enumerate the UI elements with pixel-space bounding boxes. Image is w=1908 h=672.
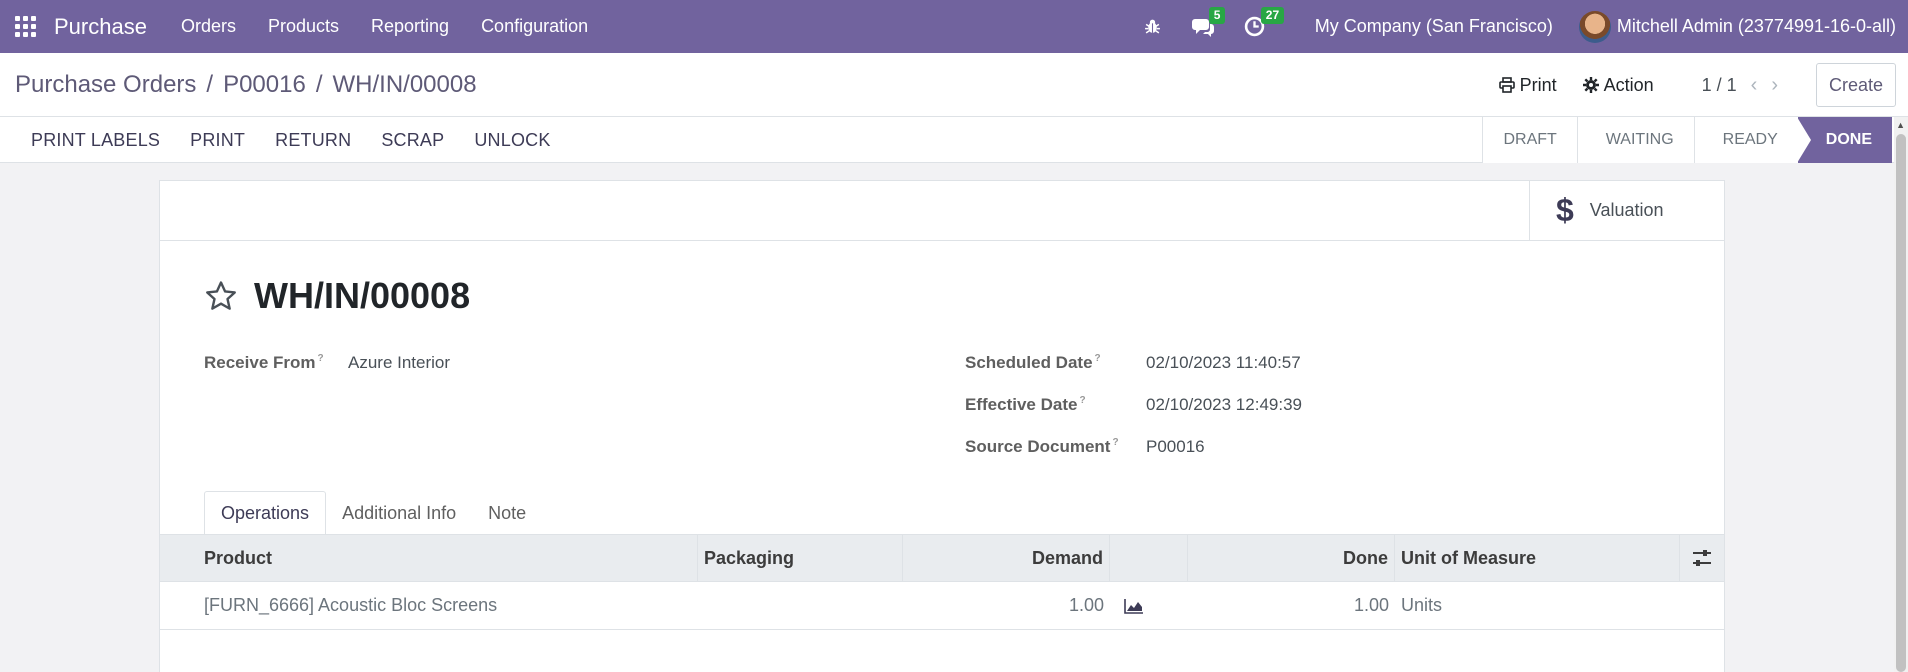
breadcrumb-separator: / bbox=[206, 71, 214, 98]
cell-forecast bbox=[1110, 582, 1188, 629]
operations-table: Product Packaging Demand Done Unit of Me… bbox=[160, 534, 1724, 630]
apps-menu-icon[interactable] bbox=[15, 15, 37, 38]
pager-previous-icon[interactable]: ‹ bbox=[1751, 74, 1758, 97]
debug-bug-icon[interactable] bbox=[1141, 15, 1165, 39]
stage-waiting[interactable]: WAITING bbox=[1576, 117, 1694, 163]
messages-chat-icon[interactable]: 5 bbox=[1191, 6, 1226, 39]
menu-products[interactable]: Products bbox=[252, 16, 355, 37]
help-mark: ? bbox=[317, 353, 324, 365]
cell-done[interactable]: 1.00 bbox=[1188, 582, 1395, 629]
scrap-button[interactable]: SCRAP bbox=[366, 130, 459, 151]
pager-next-icon[interactable]: › bbox=[1771, 74, 1778, 97]
tab-additional-info[interactable]: Additional Info bbox=[326, 491, 472, 535]
record-title: WH/IN/00008 bbox=[254, 275, 471, 316]
print-button[interactable]: PRINT bbox=[175, 130, 260, 151]
stage-draft[interactable]: DRAFT bbox=[1482, 117, 1577, 163]
pager-arrows: ‹ › bbox=[1751, 74, 1778, 97]
breadcrumb-current: WH/IN/00008 bbox=[332, 71, 477, 98]
breadcrumb-separator: / bbox=[315, 71, 323, 98]
notebook-tabs: Operations Additional Info Note bbox=[204, 491, 542, 535]
stage-done[interactable]: DONE bbox=[1796, 117, 1892, 163]
receive-from-label: Receive From? bbox=[204, 353, 324, 372]
stage-pipeline: DRAFT WAITING READY DONE bbox=[1482, 117, 1892, 163]
valuation-button[interactable]: $ Valuation bbox=[1529, 181, 1724, 240]
breadcrumb-purchase-orders[interactable]: Purchase Orders bbox=[15, 71, 196, 99]
col-forecast bbox=[1110, 535, 1188, 581]
menu-reporting[interactable]: Reporting bbox=[355, 16, 465, 37]
unlock-button[interactable]: UNLOCK bbox=[459, 130, 565, 151]
area-chart-icon[interactable] bbox=[1124, 598, 1144, 614]
sliders-icon bbox=[1693, 550, 1711, 566]
return-button[interactable]: RETURN bbox=[260, 130, 366, 151]
action-label: Action bbox=[1603, 74, 1654, 95]
valuation-label: Valuation bbox=[1589, 200, 1664, 220]
help-mark: ? bbox=[1079, 395, 1086, 407]
user-menu[interactable]: Mitchell Admin (23774991-16-0-all) bbox=[1578, 10, 1896, 43]
receive-from-value[interactable]: Azure Interior bbox=[348, 353, 450, 373]
tab-note[interactable]: Note bbox=[472, 491, 542, 535]
help-mark: ? bbox=[1094, 353, 1101, 365]
printer-icon bbox=[1498, 77, 1515, 93]
print-label: Print bbox=[1519, 74, 1557, 95]
col-unit-of-measure[interactable]: Unit of Measure bbox=[1395, 535, 1680, 581]
scrollbar-thumb[interactable] bbox=[1896, 134, 1906, 672]
effective-date-value[interactable]: 02/10/2023 12:49:39 bbox=[1146, 395, 1302, 415]
status-bar: PRINT LABELS PRINT RETURN SCRAP UNLOCK D… bbox=[0, 117, 1908, 163]
action-dropdown[interactable]: Action bbox=[1582, 74, 1654, 96]
app-brand[interactable]: Purchase bbox=[54, 14, 147, 40]
top-navbar: Purchase Orders Products Reporting Confi… bbox=[0, 0, 1908, 53]
systray: 5 27 My Company (San Francisco) Mitchell… bbox=[1141, 0, 1908, 53]
gear-icon bbox=[1582, 77, 1599, 93]
scheduled-date-label: Scheduled Date? bbox=[965, 353, 1101, 372]
cell-demand[interactable]: 1.00 bbox=[903, 582, 1110, 629]
col-product[interactable]: Product bbox=[160, 535, 698, 581]
cell-product[interactable]: [FURN_6666] Acoustic Bloc Screens bbox=[160, 582, 698, 629]
star-icon[interactable] bbox=[204, 279, 238, 313]
company-switcher[interactable]: My Company (San Francisco) bbox=[1315, 16, 1553, 37]
effective-date-field: Effective Date? 02/10/2023 12:49:39 bbox=[965, 395, 1302, 415]
col-packaging[interactable]: Packaging bbox=[698, 535, 903, 581]
avatar bbox=[1578, 10, 1611, 43]
pager-value[interactable]: 1 / 1 bbox=[1702, 75, 1737, 96]
smart-button-box: $ Valuation bbox=[160, 181, 1724, 241]
col-demand[interactable]: Demand bbox=[903, 535, 1110, 581]
source-document-label: Source Document? bbox=[965, 437, 1119, 456]
print-dropdown[interactable]: Print bbox=[1498, 74, 1557, 96]
control-actions: Print Action 1 / 1 ‹ › Create bbox=[1498, 62, 1908, 108]
table-row[interactable]: [FURN_6666] Acoustic Bloc Screens 1.00 1… bbox=[160, 582, 1724, 630]
title-row: WH/IN/00008 bbox=[204, 275, 470, 317]
form-sheet: $ Valuation WH/IN/00008 Receive From? Az… bbox=[159, 180, 1725, 672]
source-document-field: Source Document? P00016 bbox=[965, 437, 1205, 457]
tab-operations[interactable]: Operations bbox=[204, 491, 327, 535]
activities-clock-icon[interactable]: 27 bbox=[1243, 6, 1285, 39]
stage-ready[interactable]: READY bbox=[1693, 117, 1798, 163]
optional-columns-toggle[interactable] bbox=[1680, 535, 1724, 581]
dollar-icon: $ bbox=[1556, 192, 1574, 228]
scheduled-date-field: Scheduled Date? 02/10/2023 11:40:57 bbox=[965, 353, 1301, 373]
breadcrumb-po[interactable]: P00016 bbox=[223, 71, 306, 99]
main-menu: Orders Products Reporting Configuration bbox=[165, 16, 604, 37]
menu-orders[interactable]: Orders bbox=[165, 16, 252, 37]
print-labels-button[interactable]: PRINT LABELS bbox=[16, 130, 175, 151]
messages-badge: 5 bbox=[1208, 6, 1226, 24]
header-buttons: PRINT LABELS PRINT RETURN SCRAP UNLOCK bbox=[16, 117, 566, 163]
source-document-value[interactable]: P00016 bbox=[1146, 437, 1205, 457]
cell-packaging[interactable] bbox=[698, 582, 903, 629]
menu-configuration[interactable]: Configuration bbox=[465, 16, 604, 37]
breadcrumb: Purchase Orders / P00016 / WH/IN/00008 bbox=[15, 71, 477, 99]
activities-badge: 27 bbox=[1260, 6, 1285, 24]
control-panel: Purchase Orders / P00016 / WH/IN/00008 P… bbox=[0, 53, 1908, 117]
create-button[interactable]: Create bbox=[1816, 63, 1896, 107]
scroll-up-icon[interactable]: ▲ bbox=[1896, 120, 1905, 130]
col-done[interactable]: Done bbox=[1188, 535, 1395, 581]
effective-date-label: Effective Date? bbox=[965, 395, 1086, 414]
cell-empty bbox=[1680, 582, 1724, 629]
user-name: Mitchell Admin (23774991-16-0-all) bbox=[1616, 16, 1896, 36]
scheduled-date-value[interactable]: 02/10/2023 11:40:57 bbox=[1146, 353, 1301, 373]
receive-from-field: Receive From? Azure Interior bbox=[204, 353, 450, 373]
help-mark: ? bbox=[1112, 437, 1119, 449]
table-header: Product Packaging Demand Done Unit of Me… bbox=[160, 534, 1724, 582]
cell-uom[interactable]: Units bbox=[1395, 582, 1680, 629]
